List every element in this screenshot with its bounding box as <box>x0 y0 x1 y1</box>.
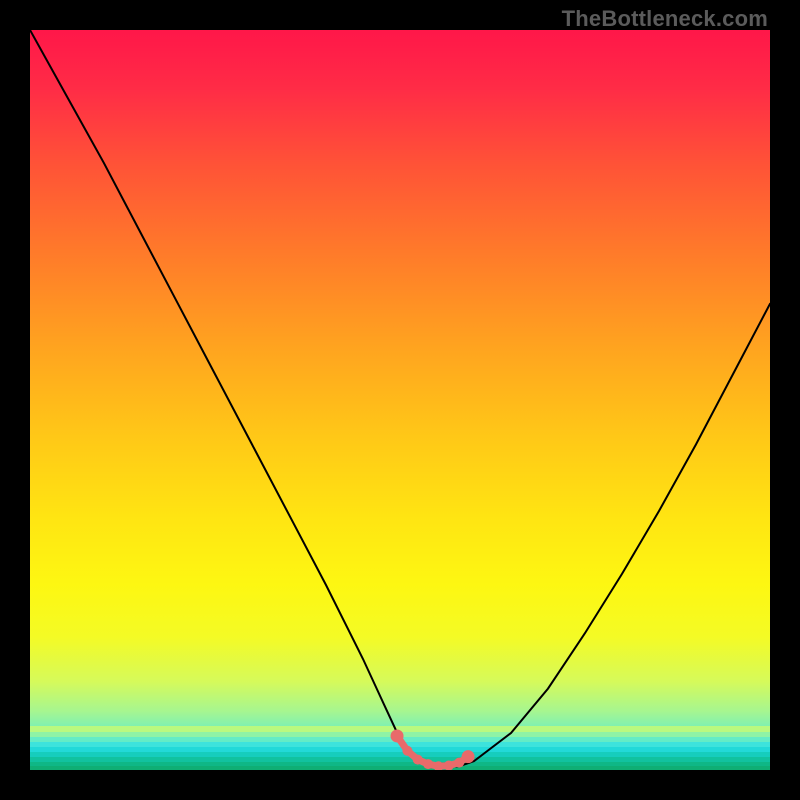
marker-dot <box>462 750 475 763</box>
marker-dot <box>413 755 423 765</box>
marker-dot <box>423 759 433 769</box>
curve-layer <box>30 30 770 770</box>
marker-dot <box>454 758 464 768</box>
marker-dot <box>444 761 454 770</box>
marker-dot <box>402 746 412 756</box>
bottom-banding <box>30 726 770 770</box>
marker-dot <box>433 761 443 770</box>
plot-area <box>30 30 770 770</box>
watermark-text: TheBottleneck.com <box>562 6 768 32</box>
chart-frame: TheBottleneck.com <box>0 0 800 800</box>
marker-dot <box>391 729 404 742</box>
marker-connector <box>397 736 468 766</box>
bottleneck-curve <box>30 30 770 767</box>
marker-dots <box>391 729 475 770</box>
